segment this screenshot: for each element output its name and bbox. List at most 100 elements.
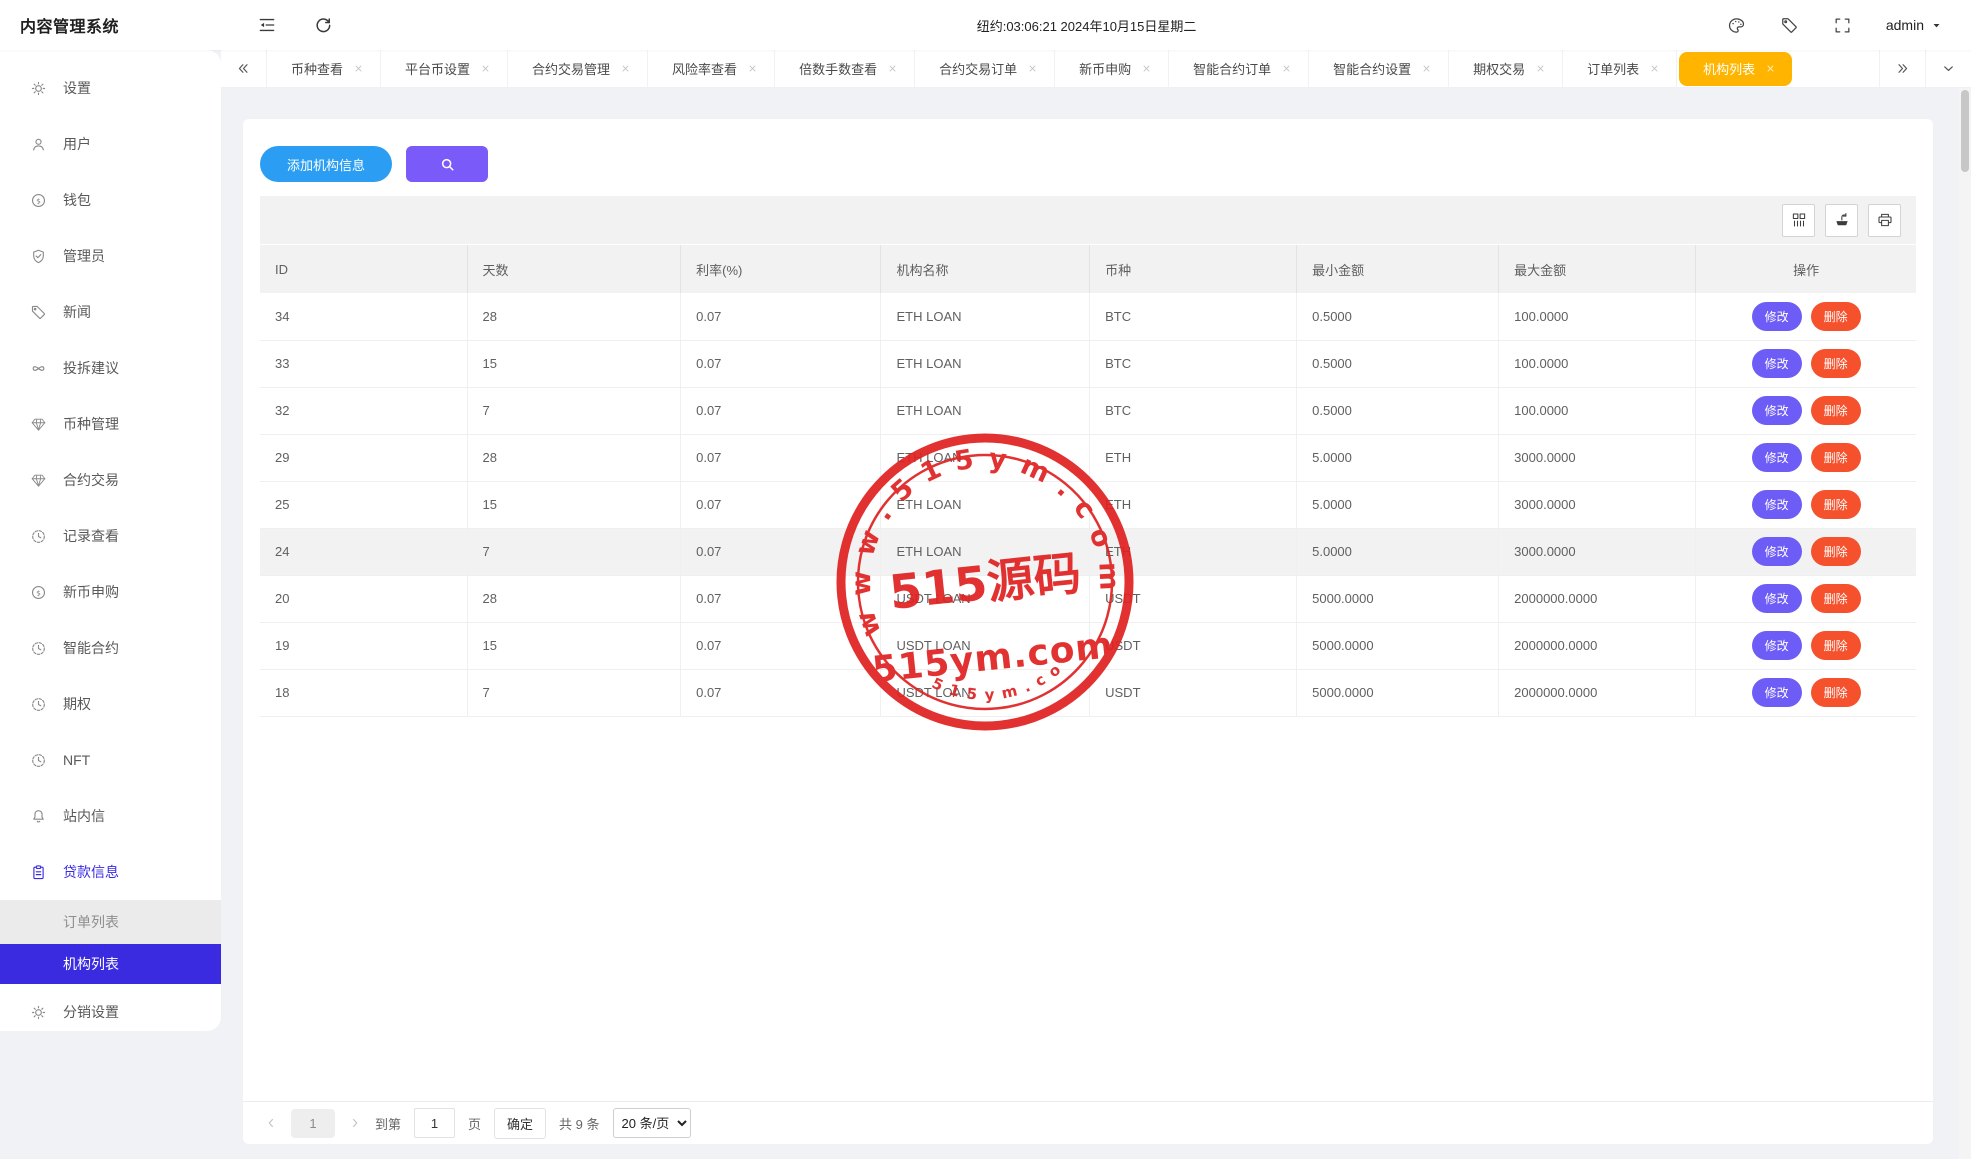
delete-button[interactable]: 删除 — [1811, 678, 1861, 707]
close-icon[interactable] — [620, 63, 631, 74]
column-header-操作: 操作 — [1696, 245, 1916, 293]
scrollbar-thumb[interactable] — [1961, 90, 1969, 172]
edit-button[interactable]: 修改 — [1752, 349, 1802, 378]
refresh-icon[interactable] — [313, 15, 333, 35]
tab-7-智能合约订单[interactable]: 智能合约订单 — [1169, 50, 1309, 88]
tabs-dropdown-button[interactable] — [1925, 50, 1971, 88]
sidebar-item-10-智能合约[interactable]: 智能合约 — [0, 620, 221, 676]
palette-icon[interactable] — [1727, 16, 1746, 35]
sidebar-item-6-币种管理[interactable]: 币种管理 — [0, 396, 221, 452]
tab-2-合约交易管理[interactable]: 合约交易管理 — [508, 50, 648, 88]
delete-button[interactable]: 删除 — [1811, 302, 1861, 331]
delete-button[interactable]: 删除 — [1811, 490, 1861, 519]
close-icon[interactable] — [353, 63, 364, 74]
cell-actions: 修改删除 — [1696, 387, 1916, 434]
sidebar-item-2-钱包[interactable]: $钱包 — [0, 172, 221, 228]
edit-button[interactable]: 修改 — [1752, 396, 1802, 425]
cell-min: 0.5000 — [1297, 387, 1499, 434]
sidebar-item-1-用户[interactable]: 用户 — [0, 116, 221, 172]
cell-min: 5.0000 — [1297, 481, 1499, 528]
sidebar-item-13-站内信[interactable]: 站内信 — [0, 788, 221, 844]
tab-11-机构列表[interactable]: 机构列表 — [1679, 52, 1792, 86]
delete-button[interactable]: 删除 — [1811, 396, 1861, 425]
edit-button[interactable]: 修改 — [1752, 678, 1802, 707]
sidebar-item-14-贷款信息[interactable]: 贷款信息 — [0, 844, 221, 900]
edit-button[interactable]: 修改 — [1752, 302, 1802, 331]
sidebar-item-12-NFT[interactable]: NFT — [0, 732, 221, 788]
close-icon[interactable] — [480, 63, 491, 74]
print-button[interactable] — [1868, 204, 1901, 237]
sidebar-item-8-记录查看[interactable]: 记录查看 — [0, 508, 221, 564]
close-icon[interactable] — [1027, 63, 1038, 74]
goto-label: 到第 — [375, 1114, 401, 1133]
close-icon[interactable] — [1281, 63, 1292, 74]
edit-button[interactable]: 修改 — [1752, 490, 1802, 519]
sidebar-subitem-0-订单列表[interactable]: 订单列表 — [0, 900, 221, 944]
cell-coin: ETH — [1090, 434, 1297, 481]
tab-0-币种查看[interactable]: 币种查看 — [267, 50, 381, 88]
prev-page-icon[interactable] — [264, 1116, 278, 1130]
sidebar-item-0-设置[interactable]: 设置 — [0, 60, 221, 116]
cell-coin: USDT — [1090, 622, 1297, 669]
edit-button[interactable]: 修改 — [1752, 584, 1802, 613]
close-icon[interactable] — [1141, 63, 1152, 74]
sidebar-item-label: NFT — [63, 752, 90, 768]
sidebar-item-7-合约交易[interactable]: 合约交易 — [0, 452, 221, 508]
sidebar-item-15-分销设置[interactable]: 分销设置 — [0, 984, 221, 1031]
export-button[interactable] — [1825, 204, 1858, 237]
sidebar-item-5-投拆建议[interactable]: 投拆建议 — [0, 340, 221, 396]
table-row-id-20: 20280.07USDT LOANUSDT5000.00002000000.00… — [260, 575, 1916, 622]
table-row-id-34: 34280.07ETH LOANBTC0.5000100.0000修改删除 — [260, 293, 1916, 340]
tab-1-平台币设置[interactable]: 平台币设置 — [381, 50, 508, 88]
close-icon[interactable] — [1421, 63, 1432, 74]
sidebar-item-11-期权[interactable]: 期权 — [0, 676, 221, 732]
sidebar-item-9-新币申购[interactable]: $新币申购 — [0, 564, 221, 620]
vertical-scrollbar[interactable] — [1959, 88, 1971, 1159]
edit-button[interactable]: 修改 — [1752, 537, 1802, 566]
tab-9-期权交易[interactable]: 期权交易 — [1449, 50, 1563, 88]
cell-max: 2000000.0000 — [1499, 669, 1696, 716]
search-button[interactable] — [406, 146, 488, 182]
current-page-badge[interactable]: 1 — [291, 1109, 335, 1138]
cell-days: 15 — [467, 622, 681, 669]
delete-button[interactable]: 删除 — [1811, 584, 1861, 613]
tag-icon[interactable] — [1780, 16, 1799, 35]
delete-button[interactable]: 删除 — [1811, 537, 1861, 566]
filter-columns-button[interactable] — [1782, 204, 1815, 237]
delete-button[interactable]: 删除 — [1811, 443, 1861, 472]
table-wrap: ID天数利率(%)机构名称币种最小金额最大金额操作 34280.07ETH LO… — [260, 245, 1916, 717]
confirm-page-button[interactable]: 确定 — [494, 1108, 546, 1139]
close-icon[interactable] — [1649, 63, 1660, 74]
tab-4-倍数手数查看[interactable]: 倍数手数查看 — [775, 50, 915, 88]
outdent-icon[interactable] — [257, 15, 277, 35]
tab-6-新币申购[interactable]: 新币申购 — [1055, 50, 1169, 88]
close-icon[interactable] — [887, 63, 898, 74]
sidebar-item-4-新闻[interactable]: 新闻 — [0, 284, 221, 340]
fullscreen-icon[interactable] — [1833, 16, 1852, 35]
page-number-input[interactable] — [414, 1108, 455, 1138]
edit-button[interactable]: 修改 — [1752, 631, 1802, 660]
cell-min: 5000.0000 — [1297, 575, 1499, 622]
tab-8-智能合约设置[interactable]: 智能合约设置 — [1309, 50, 1449, 88]
sidebar-item-3-管理员[interactable]: 管理员 — [0, 228, 221, 284]
next-page-icon[interactable] — [348, 1116, 362, 1130]
print-icon — [1876, 211, 1894, 229]
close-icon[interactable] — [747, 63, 758, 74]
coin-icon: $ — [30, 192, 47, 209]
tab-10-订单列表[interactable]: 订单列表 — [1563, 50, 1677, 88]
cell-actions: 修改删除 — [1696, 481, 1916, 528]
tabs-scroll-right-button[interactable] — [1879, 50, 1925, 88]
topbar-clock: 纽约:03:06:21 2024年10月15日星期二 — [977, 16, 1197, 35]
tabs-scroll-left-button[interactable] — [221, 50, 267, 88]
admin-menu[interactable]: admin — [1886, 17, 1943, 33]
delete-button[interactable]: 删除 — [1811, 631, 1861, 660]
tab-5-合约交易订单[interactable]: 合约交易订单 — [915, 50, 1055, 88]
close-icon[interactable] — [1535, 63, 1546, 74]
page-size-select[interactable]: 20 条/页 — [613, 1108, 691, 1138]
add-org-button[interactable]: 添加机构信息 — [260, 146, 392, 182]
delete-button[interactable]: 删除 — [1811, 349, 1861, 378]
sidebar-subitem-1-机构列表[interactable]: 机构列表 — [0, 944, 221, 984]
edit-button[interactable]: 修改 — [1752, 443, 1802, 472]
tab-3-风险率查看[interactable]: 风险率查看 — [648, 50, 775, 88]
close-icon[interactable] — [1765, 63, 1776, 74]
